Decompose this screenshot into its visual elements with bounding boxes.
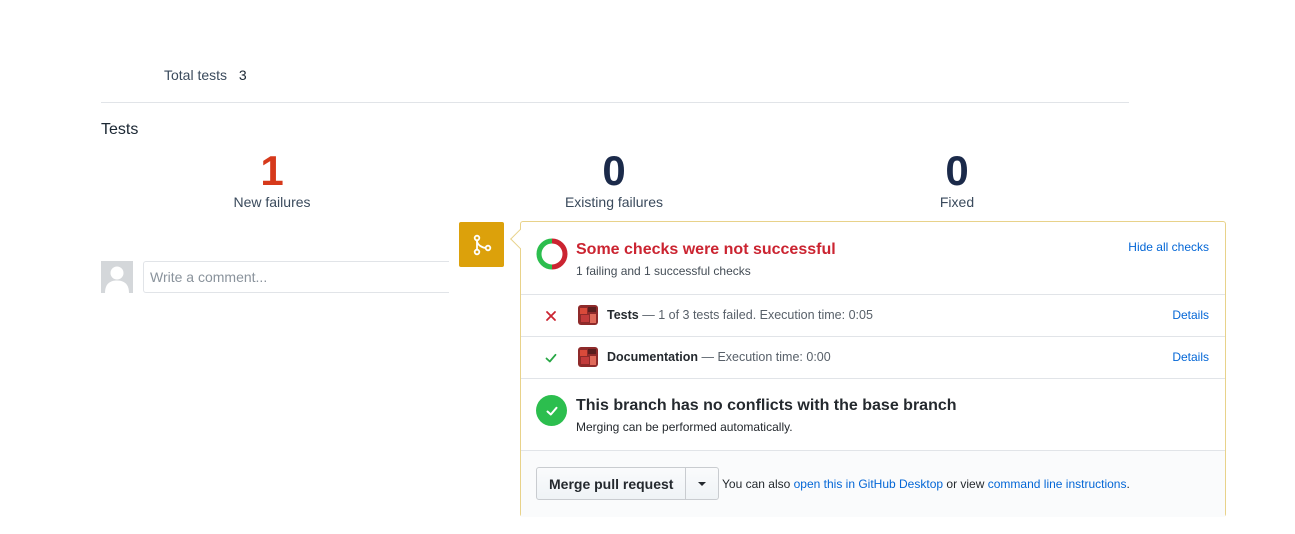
- section-title: Tests: [101, 121, 139, 138]
- check-name: Tests: [607, 308, 639, 322]
- conflict-status: This branch has no conflicts with the ba…: [521, 379, 1225, 451]
- branch-badge: [459, 222, 504, 267]
- check-name: Documentation: [607, 350, 698, 364]
- check-row: Documentation — Execution time: 0:00 Det…: [521, 337, 1225, 379]
- caret-down-icon: [698, 481, 707, 486]
- alt-middle: or view: [946, 477, 985, 491]
- check-text: Documentation — Execution time: 0:00: [607, 350, 831, 364]
- details-link[interactable]: Details: [1172, 350, 1209, 364]
- total-tests-label: Total tests: [164, 67, 228, 83]
- x-icon: [546, 311, 556, 321]
- new-failures-count: 1: [260, 147, 284, 194]
- total-tests-value: 3: [238, 67, 247, 83]
- checks-header: Some checks were not successful 1 failin…: [521, 222, 1225, 295]
- merge-pull-request-button[interactable]: Merge pull request: [537, 468, 687, 499]
- details-link[interactable]: Details: [1172, 308, 1209, 322]
- hide-all-checks-link[interactable]: Hide all checks: [1128, 240, 1209, 254]
- existing-failures-label: Existing failures: [564, 194, 664, 210]
- total-tests-row: Total tests 3: [164, 67, 247, 83]
- checks-title: Some checks were not successful: [576, 241, 836, 258]
- merge-status-box: Some checks were not successful 1 failin…: [510, 221, 1226, 517]
- existing-failures-count: 0: [602, 147, 626, 194]
- stat-existing-failures: 0 Existing failures: [504, 147, 724, 211]
- checks-status-ring-icon: [536, 238, 568, 270]
- merge-options-dropdown[interactable]: [686, 468, 718, 499]
- app-logo-icon: [578, 305, 598, 325]
- success-circle-icon: [536, 395, 567, 426]
- merge-footer: Merge pull request You can also open thi…: [521, 451, 1225, 517]
- new-failures-label: New failures: [233, 194, 311, 210]
- merge-button-group: Merge pull request: [536, 467, 720, 500]
- fixed-label: Fixed: [939, 194, 975, 210]
- checks-subtitle: 1 failing and 1 successful checks: [576, 264, 751, 278]
- alt-suffix: .: [1126, 477, 1130, 491]
- alt-prefix: You can also: [722, 477, 791, 491]
- check-description: — 1 of 3 tests failed. Execution time: 0…: [642, 308, 873, 322]
- comment-input[interactable]: [143, 261, 449, 293]
- avatar: [101, 261, 133, 293]
- stat-fixed: 0 Fixed: [847, 147, 1067, 211]
- command-line-link[interactable]: command line instructions: [988, 477, 1127, 491]
- check-description: — Execution time: 0:00: [701, 350, 831, 364]
- github-desktop-link[interactable]: open this in GitHub Desktop: [794, 477, 943, 491]
- stat-new-failures: 1 New failures: [162, 147, 382, 211]
- conflict-title: This branch has no conflicts with the ba…: [576, 397, 957, 414]
- conflict-subtitle: Merging can be performed automatically.: [576, 420, 793, 434]
- app-logo-icon: [578, 347, 598, 367]
- divider: [101, 102, 1129, 103]
- git-merge-icon: [473, 234, 491, 255]
- merge-alternatives: You can also open this in GitHub Desktop…: [722, 477, 1130, 491]
- check-row: Tests — 1 of 3 tests failed. Execution t…: [521, 295, 1225, 337]
- user-avatar-icon: [101, 261, 133, 293]
- check-text: Tests — 1 of 3 tests failed. Execution t…: [607, 308, 873, 322]
- check-icon: [546, 406, 557, 415]
- check-icon: [545, 353, 557, 363]
- fixed-count: 0: [945, 147, 969, 194]
